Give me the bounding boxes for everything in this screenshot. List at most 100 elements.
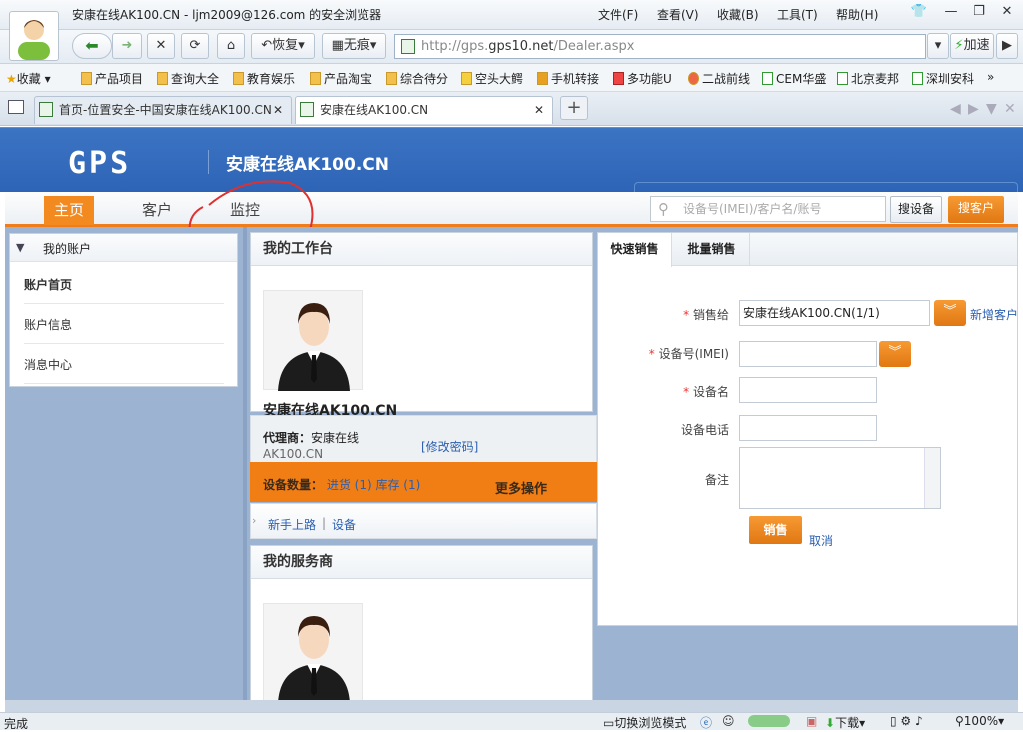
beginner-guide-link[interactable]: 新手上路 bbox=[268, 516, 316, 533]
nav-home[interactable]: 主页 bbox=[44, 196, 94, 225]
chevron-right-icon: › bbox=[252, 514, 257, 527]
fav-item[interactable]: 二战前线 bbox=[688, 70, 750, 87]
search-input[interactable]: 设备号(IMEI)/客户名/账号 bbox=[650, 196, 886, 222]
undo-icon: ↶ bbox=[261, 38, 273, 53]
status-text: 完成 bbox=[4, 717, 29, 731]
device-link[interactable]: 设备 bbox=[332, 516, 356, 533]
fav-item[interactable]: 深圳安科 bbox=[912, 70, 974, 87]
skin-icon[interactable]: 👕 bbox=[908, 4, 930, 22]
zoom-icon: ⚲ bbox=[955, 714, 964, 728]
tab-active[interactable]: 安康在线AK100.CN ✕ bbox=[295, 96, 553, 124]
maximize-icon[interactable]: ❐ bbox=[968, 4, 990, 22]
search-customer-button[interactable]: 搜客户 bbox=[948, 196, 1004, 223]
sidebar-item-account-home[interactable]: 账户首页 bbox=[24, 266, 224, 304]
url-dropdown-button[interactable]: ▾ bbox=[927, 33, 949, 59]
go-button[interactable]: ▶ bbox=[996, 33, 1018, 59]
imei-input[interactable] bbox=[739, 341, 877, 367]
fav-item[interactable]: 产品项目 bbox=[81, 70, 143, 87]
address-bar[interactable]: http://gps.gps10.net/Dealer.aspx bbox=[394, 34, 926, 59]
close-tab-icon[interactable]: ✕ bbox=[273, 97, 283, 123]
speed-up-button[interactable]: ⚡加速 bbox=[950, 33, 994, 59]
refresh-button[interactable]: ⟳ bbox=[181, 33, 209, 59]
ie-icon[interactable]: ⓔ bbox=[700, 714, 712, 731]
favorites-menu[interactable]: ★收藏 ▾ bbox=[6, 70, 51, 87]
new-customer-link[interactable]: 新增客户 bbox=[970, 306, 1018, 323]
folder-icon: ▭ bbox=[603, 716, 615, 730]
home-button[interactable]: ⌂ bbox=[217, 33, 245, 59]
no-trace-button[interactable]: ▦无痕▾ bbox=[322, 33, 386, 59]
change-password-link[interactable]: [修改密码] bbox=[421, 438, 478, 455]
sidebar-splitter[interactable] bbox=[243, 227, 247, 702]
imei-dropdown-button[interactable]: ︾ bbox=[879, 341, 911, 367]
fav-overflow-icon[interactable]: » bbox=[987, 70, 994, 84]
device-stock-link[interactable]: 进货 (1) 库存 (1) bbox=[327, 478, 420, 492]
tab-menu-icon[interactable]: ▼ bbox=[986, 101, 997, 117]
tab-home[interactable]: 首页-位置安全-中国安康在线AK100.CN ✕ bbox=[34, 96, 292, 124]
device-count: 设备数量： 进货 (1) 库存 (1) bbox=[263, 478, 421, 492]
fav-item[interactable]: 多功能U bbox=[613, 70, 672, 87]
download-button[interactable]: ⬇下载▾ bbox=[825, 714, 865, 731]
menu-file[interactable]: 文件(F) bbox=[598, 6, 638, 23]
tab-list-icon[interactable] bbox=[8, 100, 24, 114]
stop-button[interactable]: ✕ bbox=[147, 33, 175, 59]
fav-item[interactable]: 空头大鳄 bbox=[461, 70, 523, 87]
menu-view[interactable]: 查看(V) bbox=[657, 6, 699, 23]
device-phone-label: 设备电话 bbox=[680, 423, 729, 437]
agent-info: 代理商：安康在线 bbox=[263, 431, 360, 445]
cancel-link[interactable]: 取消 bbox=[809, 532, 833, 549]
fav-item[interactable]: 手机转接 bbox=[537, 70, 599, 87]
toggle-icon[interactable] bbox=[748, 715, 790, 727]
switch-mode-button[interactable]: ▭切换浏览模式 bbox=[603, 714, 686, 731]
sidebar-item-messages[interactable]: 消息中心 bbox=[24, 346, 224, 384]
device-phone-input[interactable] bbox=[739, 415, 877, 441]
close-tab-icon[interactable]: ✕ bbox=[534, 97, 544, 123]
star-icon: ★ bbox=[6, 72, 17, 86]
workbench-avatar bbox=[263, 290, 363, 391]
tools-icons[interactable]: ▯ ⚙ ♪ bbox=[890, 714, 923, 728]
sell-to-field[interactable]: 安康在线AK100.CN(1/1) bbox=[739, 300, 930, 326]
tab-quick-sale[interactable]: 快速销售 bbox=[598, 233, 672, 267]
device-name-input[interactable] bbox=[739, 377, 877, 403]
shield-icon[interactable]: ▣ bbox=[806, 714, 817, 728]
agent-info-cont: AK100.CN bbox=[263, 447, 324, 461]
page-icon bbox=[39, 102, 53, 117]
forward-button[interactable]: ➜ bbox=[112, 33, 142, 59]
tab-close-all-icon[interactable]: ✕ bbox=[1004, 101, 1016, 117]
header-decoration bbox=[634, 182, 1018, 192]
nav-customers[interactable]: 客户 bbox=[132, 196, 182, 225]
more-operations-button[interactable]: 更多操作 bbox=[495, 478, 547, 497]
fav-item[interactable]: 北京麦邦 bbox=[837, 70, 899, 87]
remark-label: 备注 bbox=[704, 473, 729, 487]
menu-tools[interactable]: 工具(T) bbox=[777, 6, 818, 23]
sidebar-header-label: 我的账户 bbox=[43, 242, 92, 256]
restore-button[interactable]: ↶恢复▾ bbox=[251, 33, 315, 59]
user-avatar[interactable] bbox=[9, 11, 59, 61]
minimize-icon[interactable]: — bbox=[940, 4, 962, 22]
fav-item[interactable]: 产品淘宝 bbox=[310, 70, 372, 87]
assistant-icon[interactable]: ☺ bbox=[722, 714, 735, 728]
search-icon: ⚲ bbox=[658, 200, 669, 218]
menu-help[interactable]: 帮助(H) bbox=[836, 6, 878, 23]
collapse-icon[interactable]: ▼ bbox=[16, 241, 24, 254]
menu-favorites[interactable]: 收藏(B) bbox=[717, 6, 759, 23]
tab-scroll-right-icon[interactable]: ▶ bbox=[968, 101, 979, 117]
tab-batch-sale[interactable]: 批量销售 bbox=[674, 233, 750, 266]
service-provider-avatar bbox=[263, 603, 363, 703]
back-button[interactable]: ⬅ bbox=[72, 33, 112, 59]
site-logo: GPS bbox=[68, 146, 132, 181]
tab-scroll-left-icon[interactable]: ◀ bbox=[950, 101, 961, 117]
remark-scrollbar[interactable] bbox=[924, 448, 940, 508]
page-icon bbox=[300, 102, 314, 117]
sell-to-dropdown-button[interactable]: ︾ bbox=[934, 300, 966, 326]
sidebar-item-account-info[interactable]: 账户信息 bbox=[24, 306, 224, 344]
close-window-icon[interactable]: ✕ bbox=[996, 4, 1018, 22]
sell-button[interactable]: 销售 bbox=[749, 516, 802, 544]
fav-item[interactable]: 教育娱乐 bbox=[233, 70, 295, 87]
fav-item[interactable]: 综合待分 bbox=[386, 70, 448, 87]
search-device-button[interactable]: 搜设备 bbox=[890, 196, 942, 223]
fav-item[interactable]: 查询大全 bbox=[157, 70, 219, 87]
remark-textarea[interactable] bbox=[739, 447, 941, 509]
fav-item[interactable]: CEM华盛 bbox=[762, 70, 826, 87]
zoom-control[interactable]: ⚲100%▾ bbox=[955, 714, 1004, 728]
new-tab-button[interactable]: + bbox=[560, 96, 588, 120]
